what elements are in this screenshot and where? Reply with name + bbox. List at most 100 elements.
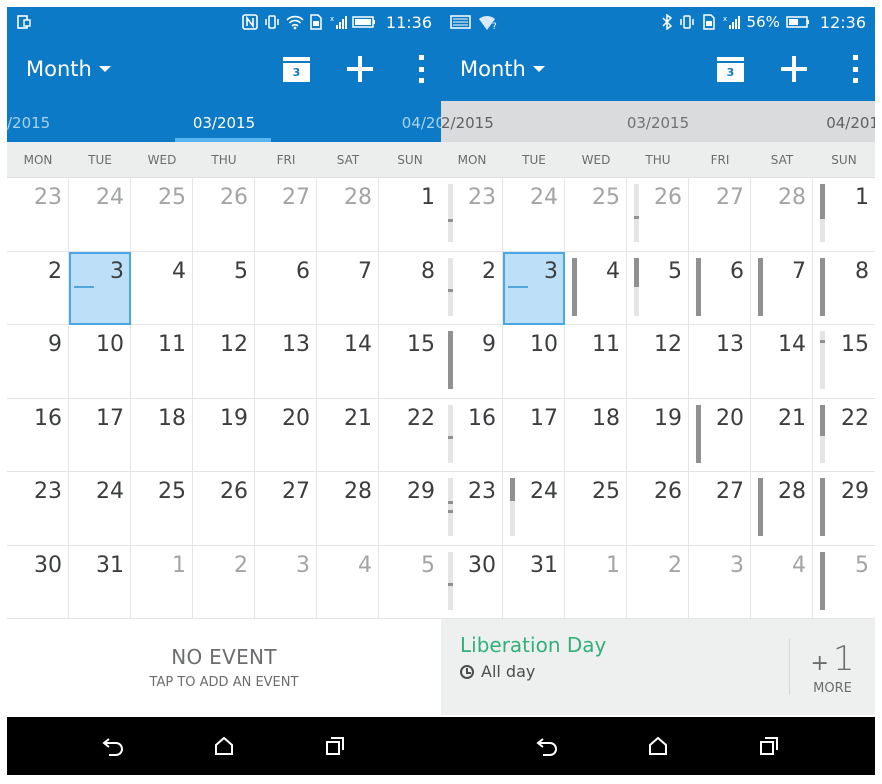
no-event-panel[interactable]: NO EVENT TAP TO ADD AN EVENT	[7, 619, 441, 715]
day-cell[interactable]: 1	[379, 178, 441, 252]
day-cell[interactable]: 31	[69, 545, 131, 619]
day-cell[interactable]: 14	[317, 325, 379, 399]
day-cell[interactable]: 21	[317, 398, 379, 472]
day-cell[interactable]: 24	[503, 178, 565, 252]
day-cell[interactable]: 9	[441, 325, 503, 399]
day-cell[interactable]: 1	[131, 545, 193, 619]
day-cell[interactable]: 24	[503, 472, 565, 546]
day-cell[interactable]: 17	[503, 398, 565, 472]
add-event-button[interactable]	[780, 55, 808, 83]
day-cell[interactable]: 11	[565, 325, 627, 399]
day-cell[interactable]: 26	[627, 178, 689, 252]
day-cell[interactable]: 17	[69, 398, 131, 472]
day-cell[interactable]: 23	[7, 178, 69, 252]
day-cell[interactable]: 30	[7, 545, 69, 619]
day-cell[interactable]: 28	[751, 472, 813, 546]
day-cell[interactable]: 1	[813, 178, 875, 252]
day-cell[interactable]: 28	[317, 178, 379, 252]
day-cell[interactable]: 4	[751, 545, 813, 619]
day-cell[interactable]: 27	[689, 472, 751, 546]
day-cell[interactable]: 12	[627, 325, 689, 399]
day-cell[interactable]: 29	[379, 472, 441, 546]
next-month-label[interactable]: 04/20	[402, 114, 441, 132]
day-cell[interactable]: 13	[255, 325, 317, 399]
day-cell-today[interactable]: 3	[503, 251, 565, 325]
day-cell[interactable]: 4	[565, 251, 627, 325]
day-cell[interactable]: 8	[379, 251, 441, 325]
day-cell[interactable]: 26	[193, 472, 255, 546]
day-cell[interactable]: 6	[689, 251, 751, 325]
day-cell[interactable]: 21	[751, 398, 813, 472]
day-cell[interactable]: 18	[131, 398, 193, 472]
day-cell[interactable]: 13	[689, 325, 751, 399]
view-mode-dropdown[interactable]: Month	[26, 57, 111, 81]
day-cell[interactable]: 27	[255, 472, 317, 546]
day-cell[interactable]: 28	[751, 178, 813, 252]
day-cell[interactable]: 25	[565, 472, 627, 546]
day-cell[interactable]: 25	[131, 178, 193, 252]
day-cell[interactable]: 8	[813, 251, 875, 325]
recents-button[interactable]	[752, 729, 786, 763]
day-cell[interactable]: 24	[69, 472, 131, 546]
day-cell[interactable]: 2	[627, 545, 689, 619]
day-cell[interactable]: 6	[255, 251, 317, 325]
add-event-button[interactable]	[346, 55, 374, 83]
day-cell[interactable]: 27	[255, 178, 317, 252]
back-button[interactable]	[96, 729, 130, 763]
today-button[interactable]: 3	[283, 56, 310, 82]
day-cell[interactable]: 18	[565, 398, 627, 472]
day-cell[interactable]: 10	[69, 325, 131, 399]
day-cell[interactable]: 15	[813, 325, 875, 399]
day-cell[interactable]: 2	[7, 251, 69, 325]
day-cell[interactable]: 5	[627, 251, 689, 325]
day-cell[interactable]: 24	[69, 178, 131, 252]
day-cell[interactable]: 7	[751, 251, 813, 325]
day-cell[interactable]: 5	[813, 545, 875, 619]
day-cell[interactable]: 4	[131, 251, 193, 325]
day-cell[interactable]: 2	[441, 251, 503, 325]
overflow-menu-icon[interactable]	[851, 55, 859, 83]
day-cell[interactable]: 22	[379, 398, 441, 472]
day-cell[interactable]: 5	[193, 251, 255, 325]
day-cell[interactable]: 31	[503, 545, 565, 619]
day-cell[interactable]: 7	[317, 251, 379, 325]
day-cell[interactable]: 23	[7, 472, 69, 546]
today-button[interactable]: 3	[717, 56, 744, 82]
recents-button[interactable]	[318, 729, 352, 763]
day-cell[interactable]: 14	[751, 325, 813, 399]
day-cell[interactable]: 26	[193, 178, 255, 252]
day-cell[interactable]: 19	[627, 398, 689, 472]
day-cell[interactable]: 19	[193, 398, 255, 472]
next-month-label[interactable]: 04/201	[826, 114, 875, 132]
day-cell[interactable]: 25	[565, 178, 627, 252]
day-cell[interactable]: 12	[193, 325, 255, 399]
day-cell[interactable]: 20	[689, 398, 751, 472]
overflow-menu-icon[interactable]	[417, 55, 425, 83]
day-cell[interactable]: 22	[813, 398, 875, 472]
day-cell[interactable]: 11	[131, 325, 193, 399]
day-cell[interactable]: 3	[689, 545, 751, 619]
day-cell[interactable]: 27	[689, 178, 751, 252]
day-cell[interactable]: 26	[627, 472, 689, 546]
day-cell[interactable]: 10	[503, 325, 565, 399]
home-button[interactable]	[641, 729, 675, 763]
day-cell[interactable]: 28	[317, 472, 379, 546]
month-strip[interactable]: /2015 03/2015 04/20	[7, 101, 441, 142]
day-cell[interactable]: 30	[441, 545, 503, 619]
day-cell[interactable]: 2	[193, 545, 255, 619]
home-button[interactable]	[207, 729, 241, 763]
day-cell[interactable]: 1	[565, 545, 627, 619]
day-cell[interactable]: 16	[7, 398, 69, 472]
day-cell[interactable]: 29	[813, 472, 875, 546]
day-cell-today[interactable]: 3	[69, 251, 131, 325]
more-events-button[interactable]: + 1 MORE	[789, 639, 875, 696]
day-cell[interactable]: 16	[441, 398, 503, 472]
day-cell[interactable]: 25	[131, 472, 193, 546]
day-cell[interactable]: 3	[255, 545, 317, 619]
back-button[interactable]	[530, 729, 564, 763]
day-cell[interactable]: 4	[317, 545, 379, 619]
day-cell[interactable]: 23	[441, 178, 503, 252]
event-card[interactable]: Liberation Day All day	[441, 619, 789, 715]
month-strip[interactable]: 2/2015 03/2015 04/201	[441, 101, 875, 142]
day-cell[interactable]: 15	[379, 325, 441, 399]
